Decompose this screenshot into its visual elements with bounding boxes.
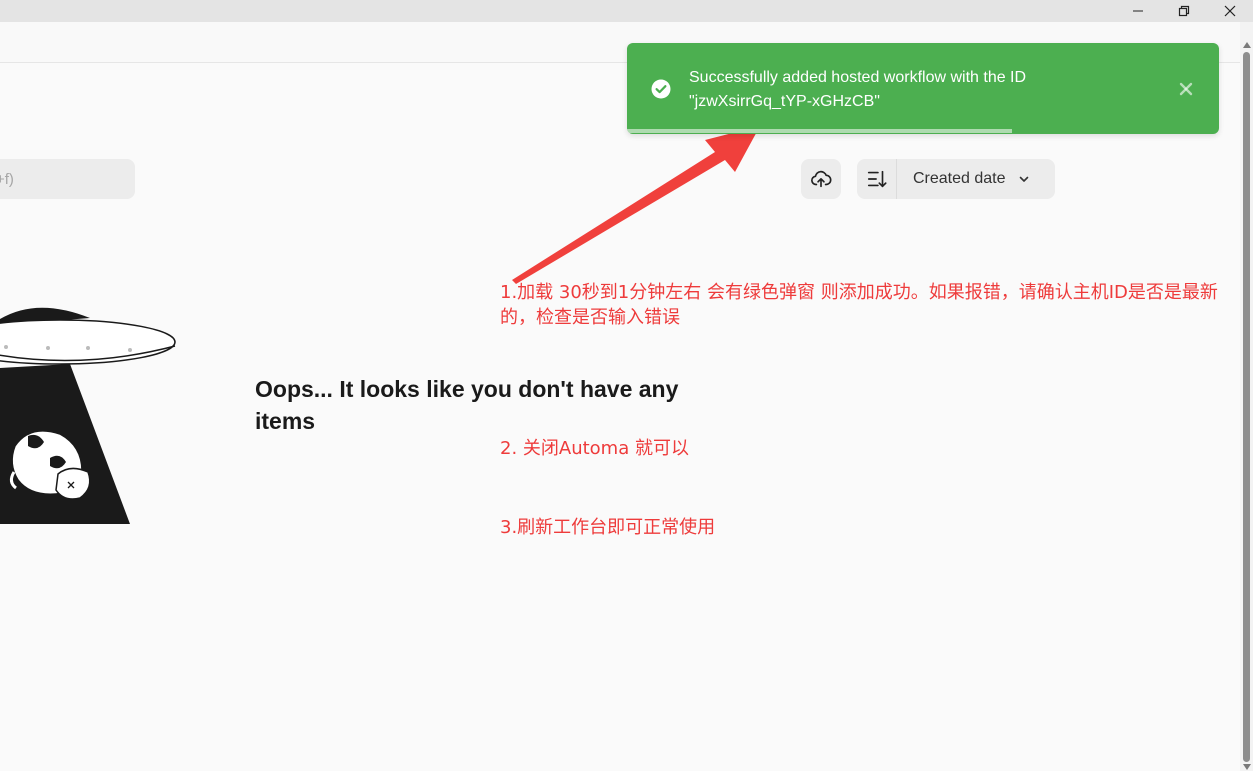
vertical-scrollbar[interactable] xyxy=(1240,22,1253,771)
sort-control: Created date xyxy=(857,159,1055,199)
import-cloud-button[interactable] xyxy=(801,159,841,199)
sort-order-button[interactable] xyxy=(857,159,897,199)
ufo-cow-illustration-icon xyxy=(0,307,176,524)
chevron-down-icon xyxy=(1018,173,1030,185)
sort-by-select[interactable]: Created date xyxy=(897,159,1055,199)
restore-button[interactable] xyxy=(1161,0,1207,22)
toast-close-button[interactable] xyxy=(1177,80,1195,98)
minimize-icon xyxy=(1133,10,1143,12)
empty-state-message: Oops... It looks like you don't have any… xyxy=(255,376,679,434)
annotation-note-3: 3.刷新工作台即可正常使用 xyxy=(500,517,716,538)
success-toast: Successfully added hosted workflow with … xyxy=(627,43,1219,134)
close-icon xyxy=(1179,82,1193,96)
cloud-upload-icon xyxy=(811,170,832,188)
sort-descending-icon xyxy=(867,170,887,188)
app-window: +f) Created date Oops... It looks like y… xyxy=(0,0,1253,771)
window-titlebar xyxy=(0,0,1253,22)
check-circle-icon xyxy=(651,79,671,99)
close-icon xyxy=(1224,5,1236,17)
search-input[interactable] xyxy=(0,159,135,199)
scroll-down-arrow-icon[interactable] xyxy=(1243,764,1251,770)
scroll-up-arrow-icon[interactable] xyxy=(1243,42,1251,48)
annotation-note-2: 2. 关闭Automa 就可以 xyxy=(500,438,689,459)
toast-message: Successfully added hosted workflow with … xyxy=(689,69,1027,110)
sort-by-label: Created date xyxy=(913,170,1006,187)
annotation-note-1: 1.加载 30秒到1分钟左右 会有绿色弹窗 则添加成功。如果报错，请确认主机ID… xyxy=(500,282,1218,328)
minimize-button[interactable] xyxy=(1115,0,1161,22)
search-shortcut-hint: +f) xyxy=(0,171,14,188)
restore-icon xyxy=(1178,5,1190,17)
close-window-button[interactable] xyxy=(1207,0,1253,22)
toast-progress-bar xyxy=(627,129,1012,133)
scroll-thumb[interactable] xyxy=(1243,52,1250,762)
